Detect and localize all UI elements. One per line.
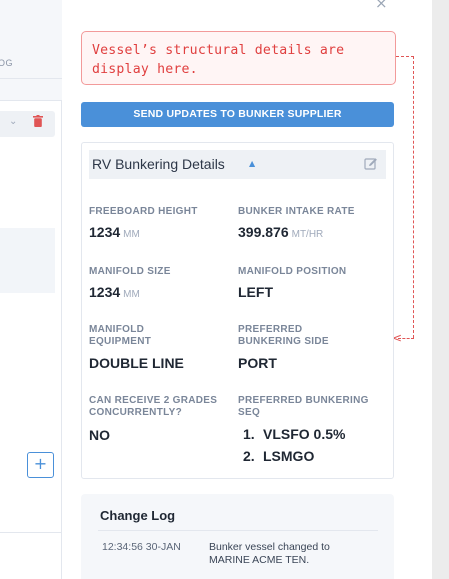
manifold-position-label: MANIFOLD POSITION [238,266,347,277]
left-highlighted-row [0,228,55,293]
manifold-position-value: LEFT [238,284,273,300]
edit-icon[interactable] [364,157,378,171]
list-item: 2. LSMGO [243,448,315,464]
chevron-down-icon[interactable]: ⌄ [9,116,17,127]
change-log-title: Change Log [100,508,176,523]
unit-label: MM [123,289,140,300]
preferred-bunkering-seq-label: PREFERRED BUNKERING SEQ [238,395,369,418]
tab-divider [0,78,62,79]
unit-label: MM [123,229,140,240]
left-card [0,100,62,579]
annotation-connector [396,56,414,57]
annotation-connector [413,56,414,338]
manifold-size-value: 1234 MM [89,284,140,300]
divider [98,530,378,531]
bunkering-details-card [81,142,394,479]
freeboard-height-value: 1234 MM [89,224,140,240]
unit-label: MT/HR [291,229,324,240]
change-log-message: Bunker vessel changed to MARINE ACME TEN… [209,541,330,566]
bunker-intake-rate-label: BUNKER INTAKE RATE [238,206,355,217]
bunker-intake-rate-value: 399.876 MT/HR [238,224,324,240]
freeboard-height-label: FREEBOARD HEIGHT [89,206,198,217]
list-item: 1. VLSFO 0.5% [243,426,346,442]
add-button[interactable]: + [27,452,54,478]
caret-up-icon[interactable]: ▲ [249,159,255,168]
details-title[interactable]: RV Bunkering Details [92,156,225,172]
preferred-bunkering-side-value: PORT [238,355,277,371]
trash-icon[interactable] [33,115,43,127]
manifold-equipment-value: DOUBLE LINE [89,355,184,371]
receive-grades-value: NO [89,427,110,443]
send-updates-button[interactable]: SEND UPDATES TO BUNKER SUPPLIER [81,102,394,127]
change-log-timestamp: 12:34:56 30-JAN [102,541,181,553]
divider [0,532,62,533]
manifold-equipment-label: MANIFOLD EQUIPMENT [89,324,152,347]
bunkering-seq-list: 1. VLSFO 0.5% 2. LSMGO [243,423,345,467]
preferred-bunkering-side-label: PREFERRED BUNKERING SIDE [238,324,329,347]
annotation-tooltip: Vessel’s structural details are display … [81,31,396,85]
receive-grades-label: CAN RECEIVE 2 GRADES CONCURRENTLY? [89,395,218,418]
tab-changelog-fragment[interactable]: OG [0,58,13,68]
scrollbar[interactable] [432,0,449,579]
close-icon[interactable]: × [375,0,388,12]
manifold-size-label: MANIFOLD SIZE [89,266,171,277]
